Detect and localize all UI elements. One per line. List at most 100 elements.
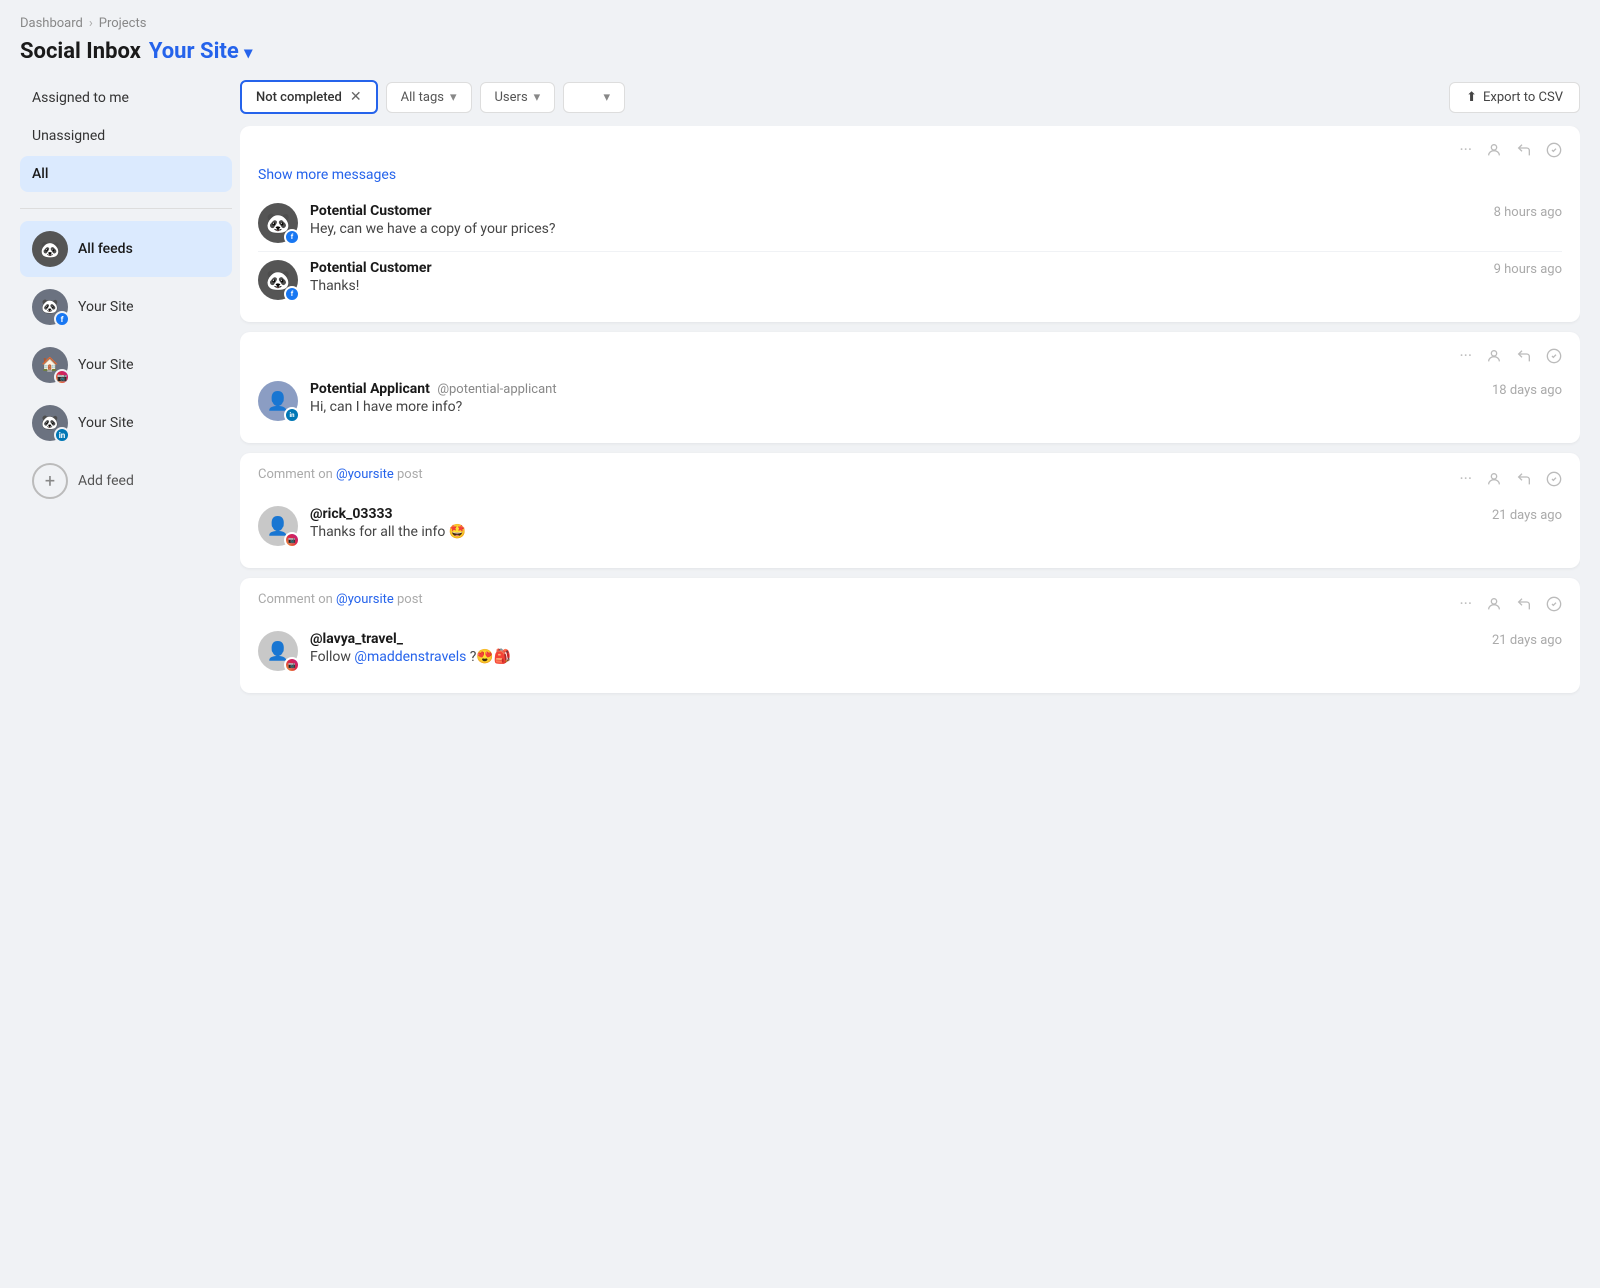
add-feed-icon: + — [32, 463, 68, 499]
rick-message-time: 21 days ago — [1492, 508, 1562, 523]
ellipsis-menu-button-3[interactable]: ··· — [1459, 469, 1472, 488]
assign-button-4[interactable] — [1486, 596, 1502, 612]
sidebar-feed-all[interactable]: 🐼 All feeds — [20, 221, 232, 277]
filters-bar: Not completed ✕ All tags ▾ Users ▾ ▾ ⬆ — [240, 80, 1580, 114]
reply-button[interactable] — [1516, 142, 1532, 158]
lavya-message-body: @lavya_travel_ Follow @maddenstravels ?😍… — [310, 631, 1480, 665]
maddenstravels-mention[interactable]: @maddenstravels — [354, 649, 466, 665]
comment-label-4: Comment on @yoursite post — [258, 592, 1459, 607]
tags-filter-dropdown[interactable]: All tags ▾ — [386, 82, 472, 113]
applicant-handle: @potential-applicant — [437, 382, 556, 397]
third-filter-dropdown[interactable]: ▾ — [563, 82, 625, 113]
sidebar-item-unassigned[interactable]: Unassigned — [20, 118, 232, 154]
sidebar-item-assigned[interactable]: Assigned to me — [20, 80, 232, 116]
sidebar-unassigned-label: Unassigned — [32, 128, 105, 144]
lavya-message-time: 21 days ago — [1492, 633, 1562, 648]
assign-button-2[interactable] — [1486, 348, 1502, 364]
status-filter-chip[interactable]: Not completed ✕ — [240, 80, 378, 114]
message-row-lavya: 👤 📷 @lavya_travel_ Follow @maddenstravel… — [258, 623, 1562, 679]
tags-filter-label: All tags — [401, 90, 444, 105]
third-filter-label — [578, 90, 597, 105]
breadcrumb-dashboard[interactable]: Dashboard — [20, 16, 83, 31]
status-filter-close[interactable]: ✕ — [350, 89, 362, 105]
add-feed-button[interactable]: + Add feed — [20, 453, 232, 509]
sidebar-assigned-label: Assigned to me — [32, 90, 129, 106]
facebook-platform-badge: f — [284, 229, 300, 245]
message-text: Hey, can we have a copy of your prices? — [310, 221, 1482, 237]
linkedin-feed-label: Your Site — [78, 415, 134, 431]
card-actions-1: ··· — [1459, 140, 1562, 159]
export-csv-button[interactable]: ⬆ Export to CSV — [1449, 82, 1580, 113]
message-time: 8 hours ago — [1494, 205, 1562, 220]
linkedin-badge: in — [54, 427, 70, 443]
sidebar-feed-facebook[interactable]: 🐼 f Your Site — [20, 279, 232, 335]
complete-button-2[interactable] — [1546, 348, 1562, 364]
applicant-avatar: 👤 in — [258, 381, 298, 421]
sidebar-all-label: All — [32, 166, 48, 182]
message-body: Potential Customer Hey, can we have a co… — [310, 203, 1482, 237]
card-header-3: Comment on @yoursite post ··· — [258, 467, 1562, 490]
sidebar-filter-section: Assigned to me Unassigned All — [20, 80, 232, 192]
site-name[interactable]: Your Site ▾ — [149, 39, 252, 64]
ellipsis-menu-button-4[interactable]: ··· — [1459, 594, 1472, 613]
message-body-2: Potential Customer Thanks! — [310, 260, 1482, 294]
applicant-message-time: 18 days ago — [1492, 383, 1562, 398]
inbox-title: Social Inbox — [20, 39, 141, 64]
message-card-2: ··· — [240, 332, 1580, 443]
lavya-avatar: 👤 📷 — [258, 631, 298, 671]
message-row: 🐼 f Potential Customer Thanks! 9 hours a… — [258, 251, 1562, 308]
ellipsis-menu-button[interactable]: ··· — [1459, 140, 1472, 159]
linkedin-platform-badge: in — [284, 407, 300, 423]
sender-name: Potential Customer — [310, 203, 432, 219]
show-more-link[interactable]: Show more messages — [258, 167, 396, 183]
status-filter-label: Not completed — [256, 90, 342, 105]
instagram-badge: 📷 — [54, 369, 70, 385]
reply-button-3[interactable] — [1516, 471, 1532, 487]
sender-name-2: Potential Customer — [310, 260, 432, 276]
linkedin-feed-avatar: 🐼 in — [32, 405, 68, 441]
complete-button-4[interactable] — [1546, 596, 1562, 612]
rick-message-text: Thanks for all the info 🤩 — [310, 524, 1480, 540]
reply-button-2[interactable] — [1516, 348, 1532, 364]
sidebar-feed-instagram[interactable]: 🏠 📷 Your Site — [20, 337, 232, 393]
comment-label-3: Comment on @yoursite post — [258, 467, 1459, 482]
card-header-1: ··· — [258, 140, 1562, 159]
reply-button-4[interactable] — [1516, 596, 1532, 612]
lavya-message-text: Follow @maddenstravels ?😍🎒 — [310, 649, 1480, 665]
card-actions-4: ··· — [1459, 594, 1562, 613]
complete-button[interactable] — [1546, 142, 1562, 158]
comment-mention-3[interactable]: @yoursite — [336, 467, 394, 482]
sender-avatar-2: 🐼 f — [258, 260, 298, 300]
instagram-feed-avatar: 🏠 📷 — [32, 347, 68, 383]
instagram-feed-label: Your Site — [78, 357, 134, 373]
site-dropdown-icon: ▾ — [244, 43, 252, 62]
card-header-4: Comment on @yoursite post ··· — [258, 592, 1562, 615]
complete-button-3[interactable] — [1546, 471, 1562, 487]
export-icon: ⬆ — [1466, 90, 1477, 105]
facebook-platform-badge-2: f — [284, 286, 300, 302]
all-feeds-avatar: 🐼 — [32, 231, 68, 267]
message-text-2: Thanks! — [310, 278, 1482, 294]
ellipsis-menu-button-2[interactable]: ··· — [1459, 346, 1472, 365]
sidebar-item-all[interactable]: All — [20, 156, 232, 192]
sidebar-divider — [20, 208, 232, 209]
facebook-feed-avatar: 🐼 f — [32, 289, 68, 325]
third-chevron-icon: ▾ — [604, 90, 611, 105]
applicant-message-body: Potential Applicant @potential-applicant… — [310, 381, 1480, 415]
instagram-platform-badge-lavya: 📷 — [284, 657, 300, 673]
main-content: Not completed ✕ All tags ▾ Users ▾ ▾ ⬆ — [240, 80, 1580, 1272]
message-row: 🐼 f Potential Customer Hey, can we have … — [258, 195, 1562, 251]
assign-button[interactable] — [1486, 142, 1502, 158]
breadcrumb: Dashboard › Projects — [20, 16, 1580, 31]
breadcrumb-projects[interactable]: Projects — [99, 16, 147, 31]
users-filter-dropdown[interactable]: Users ▾ — [480, 82, 556, 113]
assign-button-3[interactable] — [1486, 471, 1502, 487]
comment-mention-4[interactable]: @yoursite — [336, 592, 394, 607]
breadcrumb-chevron: › — [89, 16, 93, 31]
card-actions-2: ··· — [1459, 346, 1562, 365]
users-filter-label: Users — [495, 90, 528, 105]
sender-avatar: 🐼 f — [258, 203, 298, 243]
facebook-badge: f — [54, 311, 70, 327]
rick-name: @rick_03333 — [310, 506, 393, 522]
sidebar-feed-linkedin[interactable]: 🐼 in Your Site — [20, 395, 232, 451]
